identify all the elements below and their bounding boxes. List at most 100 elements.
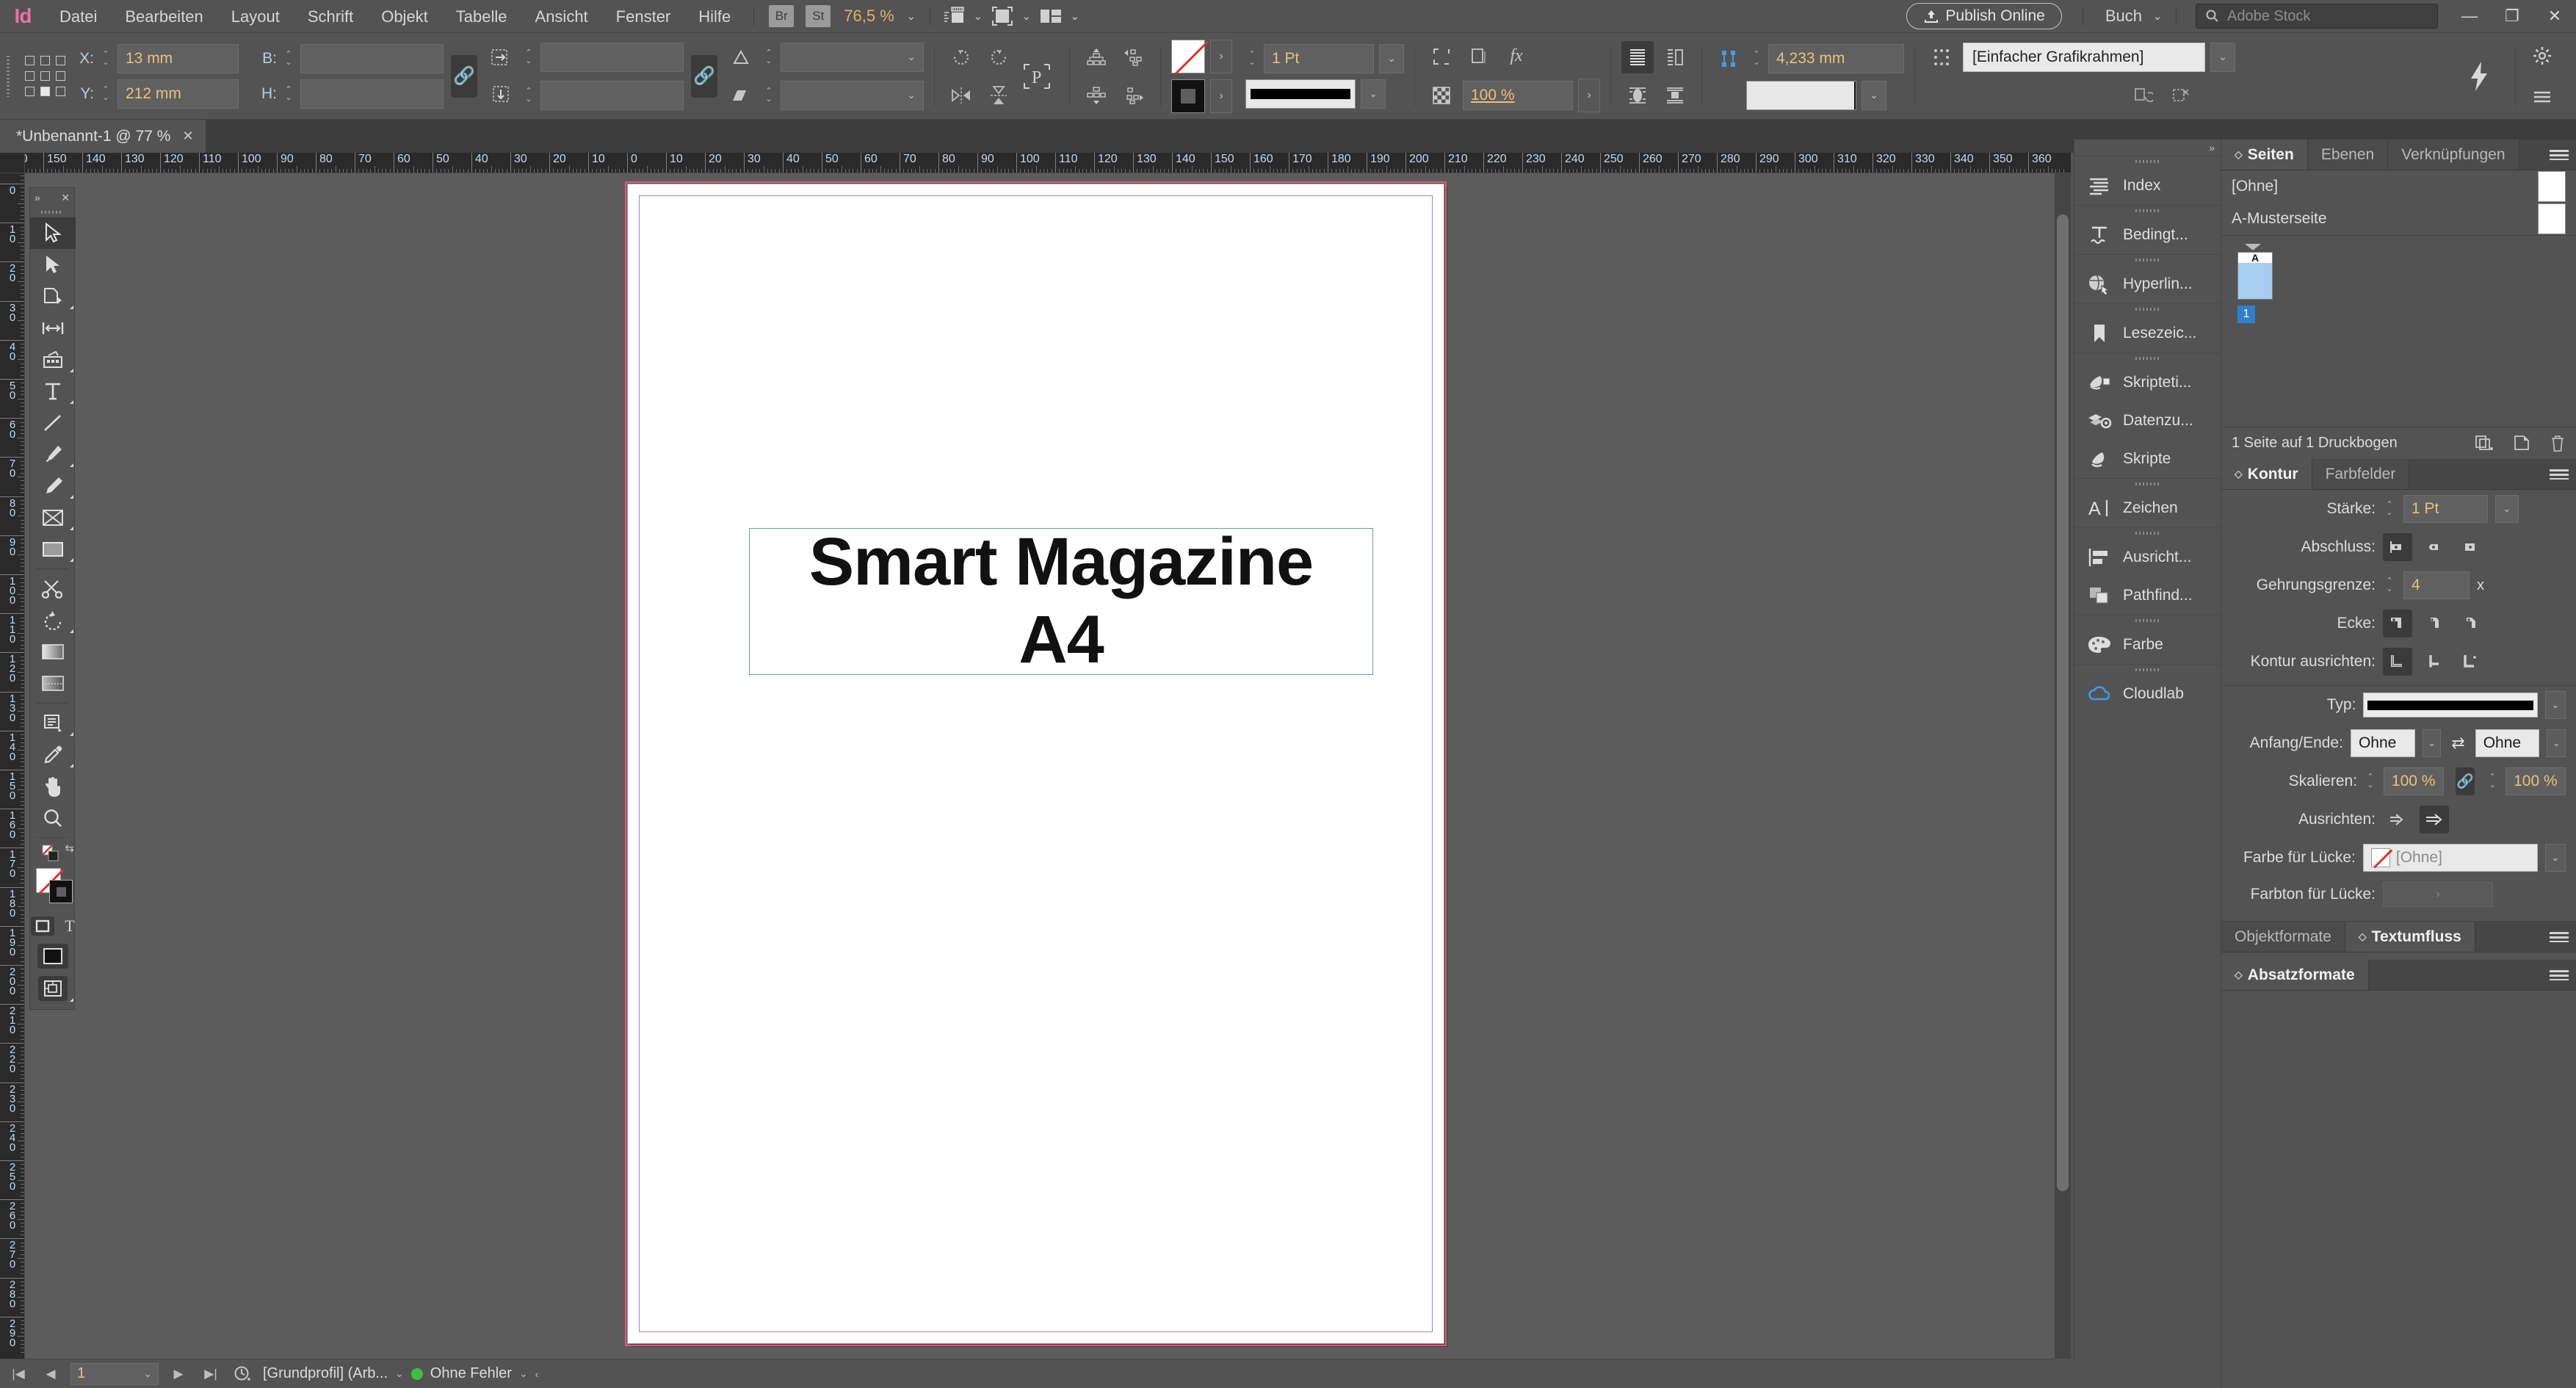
- menu-ansicht[interactable]: Ansicht: [521, 0, 602, 33]
- dock-group-handle[interactable]: [2074, 156, 2221, 167]
- effects-fx-icon[interactable]: fx: [1500, 40, 1533, 73]
- gradient-feather-tool[interactable]: [30, 668, 76, 699]
- fill-swatch-dropdown[interactable]: ›: [1210, 79, 1232, 113]
- selected-text-frame[interactable]: Smart Magazine A4: [749, 524, 1373, 677]
- gap-input[interactable]: 4,233 mm: [1768, 43, 1904, 73]
- x-stepper[interactable]: ⌃ ⌄: [99, 50, 112, 67]
- free-transform-tool[interactable]: [30, 604, 76, 636]
- rotate-counterclockwise-button[interactable]: [983, 41, 1015, 73]
- dock-item-lesezeichen[interactable]: Lesezeic...: [2074, 314, 2221, 353]
- tab-ebenen[interactable]: Ebenen: [2307, 140, 2389, 170]
- align-arrow-to-end-button[interactable]: [2383, 806, 2412, 834]
- workspace-switcher-label[interactable]: Buch: [2092, 7, 2148, 26]
- align-stroke-center-button[interactable]: [2383, 648, 2412, 676]
- new-page-icon[interactable]: [2513, 435, 2530, 452]
- dock-group-handle[interactable]: [2074, 615, 2221, 626]
- send-backward-button[interactable]: [1118, 79, 1150, 112]
- previous-page-icon[interactable]: ◀: [38, 1367, 63, 1381]
- error-status-dropdown-icon[interactable]: ⌄: [519, 1367, 528, 1380]
- panel-collapse-icon[interactable]: ◇: [2235, 969, 2243, 981]
- shear-input[interactable]: ⌄: [781, 80, 924, 110]
- stock-button[interactable]: St: [806, 5, 831, 27]
- scale-start-stepper[interactable]: ⌃ ⌄: [2365, 773, 2376, 789]
- rectangle-tool[interactable]: [30, 533, 76, 565]
- frame-fitting-preview[interactable]: [1746, 80, 1856, 110]
- page-thumbnail-1[interactable]: A: [2237, 252, 2273, 300]
- page-number-input[interactable]: 1 ⌄: [70, 1362, 159, 1385]
- scale-x-stepper[interactable]: ⌃ ⌄: [522, 48, 535, 65]
- text-wrap-jump-object-button[interactable]: [1659, 79, 1691, 112]
- control-panel-menu-icon[interactable]: [2526, 81, 2558, 113]
- delete-page-icon[interactable]: [2550, 435, 2566, 452]
- tools-panel-grip[interactable]: [30, 207, 74, 217]
- menu-fenster[interactable]: Fenster: [602, 0, 685, 33]
- height-input[interactable]: [300, 79, 444, 109]
- eyedropper-tool[interactable]: [30, 739, 76, 770]
- type-tool[interactable]: [30, 375, 76, 407]
- menu-hilfe[interactable]: Hilfe: [684, 0, 745, 33]
- first-page-icon[interactable]: |◀: [6, 1367, 31, 1381]
- publish-online-button[interactable]: Publish Online: [1906, 3, 2062, 29]
- dock-item-skriptetiketten[interactable]: Skripteti...: [2074, 364, 2221, 402]
- window-minimize-button[interactable]: —: [2448, 0, 2491, 33]
- dock-group-handle[interactable]: [2074, 255, 2221, 265]
- line-tool[interactable]: [30, 407, 76, 438]
- dock-group-handle[interactable]: [2074, 479, 2221, 489]
- text-wrap-object-shape-button[interactable]: [1621, 79, 1654, 112]
- start-arrow-dropdown[interactable]: ⌄: [2422, 729, 2442, 757]
- content-collector-tool[interactable]: [30, 344, 76, 375]
- screen-mode-tool[interactable]: [30, 972, 76, 1005]
- dock-item-index[interactable]: Index: [2074, 167, 2221, 205]
- status-expand-icon[interactable]: ‹: [535, 1368, 539, 1380]
- align-stroke-inside-button[interactable]: [2420, 648, 2449, 676]
- scissors-tool[interactable]: [30, 573, 76, 604]
- vertical-ruler[interactable]: 0010203040506070809010011012013014015016…: [0, 173, 25, 1359]
- stroke-weight-input[interactable]: 1 Pt: [2403, 495, 2488, 523]
- start-arrow-input[interactable]: Ohne: [2350, 729, 2415, 757]
- scale-end-input[interactable]: 100 %: [2506, 767, 2566, 795]
- dock-item-bedingter-text[interactable]: Bedingt...: [2074, 216, 2221, 254]
- stroke-panel-menu-icon[interactable]: [2542, 459, 2576, 489]
- pen-tool[interactable]: [30, 438, 76, 470]
- master-thumbnail[interactable]: [2538, 171, 2566, 202]
- ruler-origin-corner[interactable]: [0, 153, 25, 173]
- stroke-color-swatch[interactable]: [1171, 39, 1205, 73]
- extend-arrow-beyond-end-button[interactable]: [2420, 806, 2449, 834]
- flip-vertical-button[interactable]: [983, 79, 1015, 112]
- frame-tool[interactable]: [30, 502, 76, 533]
- rotation-stepper[interactable]: ⌃ ⌄: [762, 48, 775, 65]
- dock-item-pathfinder[interactable]: Pathfind...: [2074, 576, 2221, 615]
- gap-tool[interactable]: [30, 312, 76, 344]
- width-stepper[interactable]: ⌃ ⌄: [282, 50, 295, 67]
- drop-shadow-icon[interactable]: [1463, 40, 1495, 73]
- frame-fitting-dropdown[interactable]: ⌄: [1862, 80, 1886, 110]
- dock-item-cloudlab[interactable]: Cloudlab: [2074, 675, 2221, 713]
- document-tab[interactable]: *Unbenannt-1 @ 77 % ✕: [0, 120, 206, 153]
- apply-color-button[interactable]: [30, 940, 76, 972]
- pencil-tool[interactable]: [30, 470, 76, 502]
- stroke-weight-stepper[interactable]: ⌃ ⌄: [1245, 50, 1259, 67]
- dock-item-datenzusammenfuehrung[interactable]: Datenzu...: [2074, 402, 2221, 440]
- page-tool[interactable]: [30, 281, 76, 312]
- tab-objektformate[interactable]: Objektformate: [2221, 922, 2345, 952]
- width-input[interactable]: [300, 43, 444, 73]
- screen-mode-dropdown-icon[interactable]: ⌄: [1017, 0, 1036, 33]
- end-arrow-input[interactable]: Ohne: [2475, 729, 2540, 757]
- document-canvas[interactable]: Smart Magazine A4: [25, 173, 2071, 1359]
- object-style-dropdown[interactable]: ⌄: [2210, 42, 2235, 72]
- next-page-icon[interactable]: ▶: [166, 1367, 191, 1381]
- tab-absatzformate[interactable]: ◇ Absatzformate: [2221, 960, 2369, 990]
- panel-collapse-icon[interactable]: ◇: [2235, 468, 2243, 480]
- stroke-weight-input[interactable]: 1 Pt: [1264, 43, 1374, 73]
- textwrap-panel-menu-icon[interactable]: [2542, 922, 2576, 952]
- gap-color-input[interactable]: [Ohne]: [2362, 844, 2538, 872]
- scale-y-stepper[interactable]: ⌃ ⌄: [522, 87, 535, 104]
- dock-item-skripte[interactable]: Skripte: [2074, 440, 2221, 478]
- last-page-icon[interactable]: ▶|: [198, 1367, 223, 1381]
- dock-group-handle[interactable]: [2074, 665, 2221, 675]
- tab-farbfelder[interactable]: Farbfelder: [2312, 459, 2410, 489]
- zoom-level-value[interactable]: 76,5 %: [836, 7, 902, 26]
- round-join-button[interactable]: [2420, 610, 2449, 637]
- clear-overrides-button[interactable]: [2127, 79, 2160, 112]
- dock-item-ausrichten[interactable]: Ausricht...: [2074, 538, 2221, 576]
